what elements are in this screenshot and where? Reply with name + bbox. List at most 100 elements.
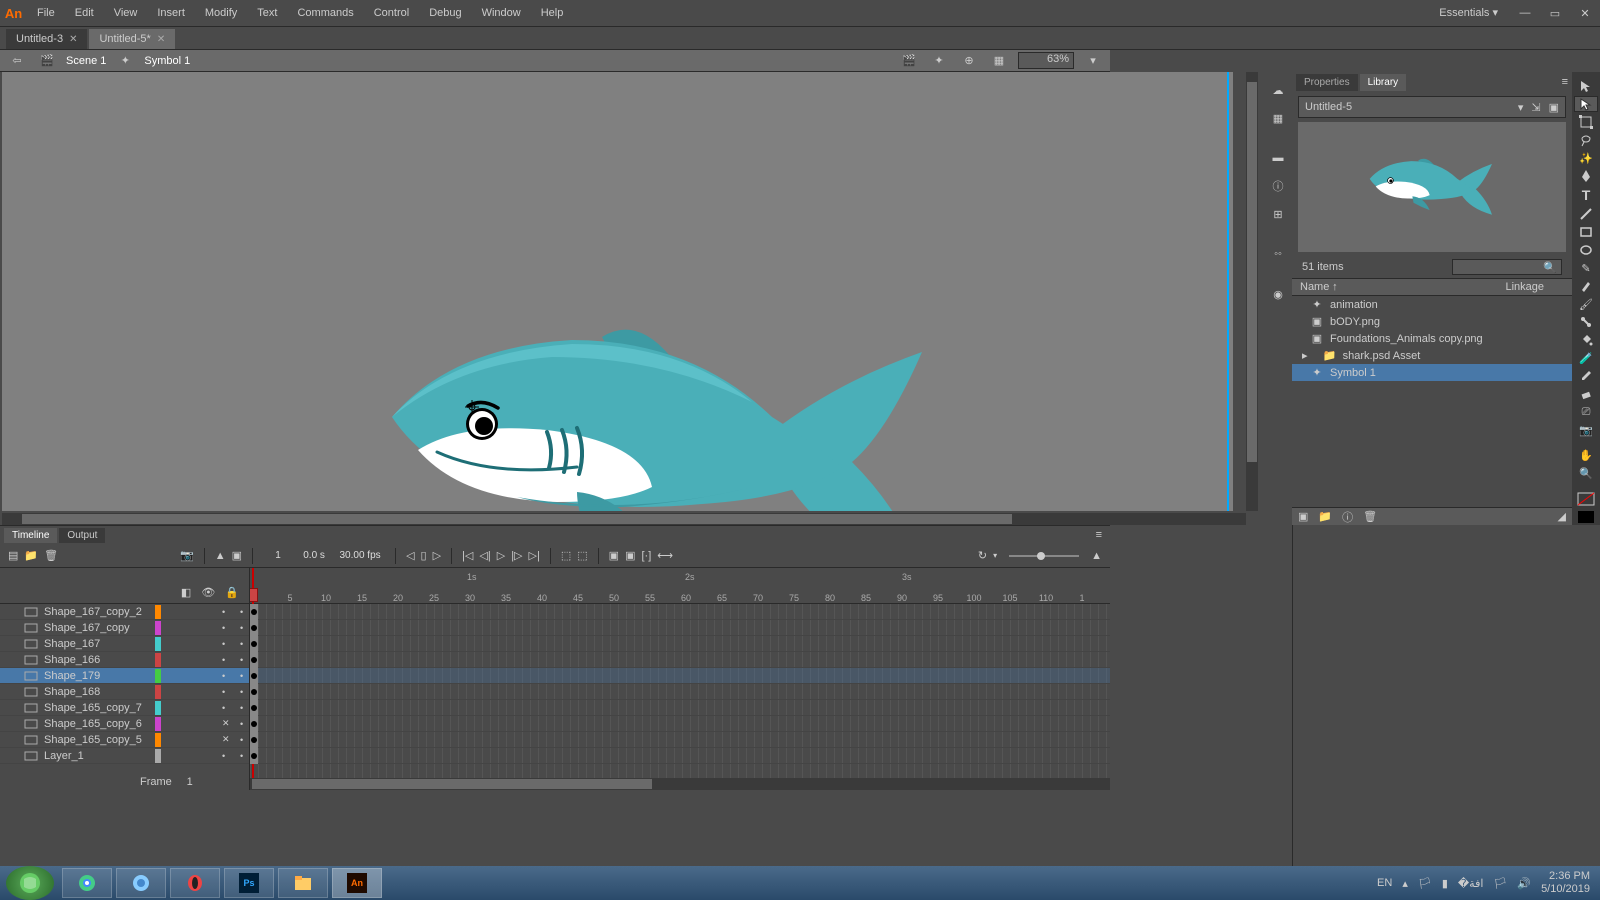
layer-row[interactable]: Shape_168•• [0, 684, 249, 700]
properties-icon[interactable]: ⓘ [1342, 509, 1353, 525]
camera-tool[interactable]: 📷 [1574, 423, 1598, 439]
menu-debug[interactable]: Debug [419, 0, 471, 27]
oval-tool[interactable] [1574, 242, 1598, 258]
edit-symbol-icon[interactable]: ✦ [928, 52, 950, 70]
tray-flag-icon[interactable]: 🏳 [1418, 877, 1432, 890]
close-icon[interactable]: ✕ [157, 34, 165, 45]
ink-bottle-tool[interactable]: 🧪 [1574, 350, 1598, 366]
center-stage-icon[interactable]: ⊕ [958, 52, 980, 70]
breadcrumb-scene[interactable]: Scene 1 [66, 55, 106, 67]
menu-modify[interactable]: Modify [195, 0, 247, 27]
last-frame-icon[interactable]: ▷| [529, 549, 540, 562]
library-document-dropdown[interactable]: Untitled-5 ▾⇲▣ [1298, 96, 1566, 118]
timeline-zoom-slider[interactable] [1009, 555, 1079, 557]
layer-row[interactable]: Shape_167•• [0, 636, 249, 652]
library-search-input[interactable]: 🔍 [1452, 259, 1562, 275]
edit-scene-icon[interactable]: 🎬 [898, 52, 920, 70]
new-folder-icon[interactable]: 📁 [1318, 510, 1332, 523]
menu-text[interactable]: Text [247, 0, 287, 27]
first-frame-icon[interactable]: |◁ [462, 549, 473, 562]
layer-row[interactable]: Shape_165_copy_7•• [0, 700, 249, 716]
expand-icon[interactable]: ▸ [1302, 349, 1308, 362]
onion-outlines-icon[interactable]: ▣ [609, 549, 619, 562]
lasso-tool[interactable] [1574, 132, 1598, 148]
menu-insert[interactable]: Insert [147, 0, 195, 27]
library-item[interactable]: ▣bODY.png [1292, 313, 1572, 330]
menu-file[interactable]: File [27, 0, 65, 27]
doc-tab-untitled5[interactable]: Untitled-5*✕ [89, 29, 175, 49]
frames-area[interactable]: 1s2s3s1510152025303540455055606570758085… [250, 568, 1110, 790]
prev-frame-icon[interactable]: ◁| [479, 549, 490, 562]
info-panel-icon[interactable]: ⓘ [1268, 176, 1288, 196]
tray-action-icon[interactable]: 🏳 [1493, 877, 1507, 890]
menu-edit[interactable]: Edit [65, 0, 104, 27]
loop-icon[interactable]: ↻ [978, 549, 987, 562]
menu-help[interactable]: Help [531, 0, 574, 27]
library-columns-header[interactable]: Name ↑ Linkage [1292, 278, 1572, 296]
lock-header-icon[interactable]: 🔒 [225, 586, 239, 599]
tab-properties[interactable]: Properties [1296, 74, 1358, 91]
back-arrow-icon[interactable]: ⇦ [6, 52, 28, 70]
panel-menu-icon[interactable]: ≡ [1562, 76, 1568, 88]
current-frame[interactable]: 1 [263, 550, 293, 561]
onion-skin-icon[interactable]: ▣ [232, 549, 242, 562]
layer-row[interactable]: Layer_1•• [0, 748, 249, 764]
stop-icon[interactable]: ▯ [421, 549, 427, 562]
menu-control[interactable]: Control [364, 0, 419, 27]
tray-language[interactable]: EN [1377, 877, 1392, 889]
paint-bucket-tool[interactable] [1574, 332, 1598, 348]
layer-row[interactable]: Shape_167_copy_2•• [0, 604, 249, 620]
swatches-panel-icon[interactable]: ◦◦ [1268, 244, 1288, 264]
rectangle-tool[interactable] [1574, 224, 1598, 240]
scene-icon[interactable]: 🎬 [36, 52, 58, 70]
stage[interactable] [2, 72, 1233, 511]
delete-icon[interactable]: 🗑 [1363, 510, 1377, 523]
next-frame-icon[interactable]: |▷ [511, 549, 522, 562]
fps-display[interactable]: 30.00 fps [335, 550, 385, 561]
layer-row[interactable]: Shape_166•• [0, 652, 249, 668]
tray-wifi-icon[interactable]: �افة [1458, 877, 1484, 890]
fill-color[interactable] [1574, 509, 1598, 525]
tray-volume-icon[interactable]: 🔊 [1517, 877, 1531, 890]
task-explorer[interactable] [278, 868, 328, 898]
breadcrumb-symbol[interactable]: Symbol 1 [144, 55, 190, 67]
visibility-header-icon[interactable]: 👁 [201, 586, 215, 599]
library-item[interactable]: ✦animation [1292, 296, 1572, 313]
tray-arrow-icon[interactable]: ▴ [1402, 877, 1408, 890]
library-item[interactable]: ✦Symbol 1 [1292, 364, 1572, 381]
bone-tool[interactable] [1574, 314, 1598, 330]
zoom-input[interactable]: 63% [1018, 52, 1074, 69]
eraser-tool[interactable] [1574, 387, 1598, 403]
span-icon[interactable]: ⟷ [657, 549, 673, 562]
library-item-folder[interactable]: ▸ 📁shark.psd Asset [1292, 347, 1572, 364]
step-forward-icon[interactable]: ▷ [433, 549, 441, 562]
minimize-button[interactable]: — [1512, 3, 1538, 23]
paint-brush-tool[interactable]: 🖌 [1574, 296, 1598, 312]
insert-keyframe-icon[interactable]: ⬚ [561, 549, 571, 562]
library-item[interactable]: ▣Foundations_Animals copy.png [1292, 330, 1572, 347]
edit-multiple-icon[interactable]: ▣ [625, 549, 635, 562]
tray-clock[interactable]: 2:36 PM5/10/2019 [1541, 870, 1590, 896]
timeline-scrollbar[interactable] [250, 778, 1110, 790]
restore-button[interactable]: ▭ [1542, 3, 1568, 23]
layer-row[interactable]: Shape_165_copy_5✕• [0, 732, 249, 748]
new-symbol-icon[interactable]: ▣ [1298, 510, 1308, 523]
marker-icon[interactable]: [·] [641, 550, 651, 562]
new-library-icon[interactable]: ▣ [1549, 101, 1559, 114]
align-panel-icon[interactable]: ▦ [1268, 108, 1288, 128]
task-chromium[interactable] [116, 868, 166, 898]
fit-timeline-icon[interactable]: ▲ [1091, 550, 1102, 562]
resize-icon[interactable]: ◢ [1558, 510, 1566, 523]
new-layer-icon[interactable]: ▤ [8, 549, 18, 562]
menu-window[interactable]: Window [472, 0, 531, 27]
magic-wand-tool[interactable]: ✨ [1574, 150, 1598, 166]
close-icon[interactable]: ✕ [69, 34, 77, 45]
close-button[interactable]: ✕ [1572, 3, 1598, 23]
scrollbar-horizontal[interactable] [2, 513, 1246, 525]
tab-library[interactable]: Library [1360, 74, 1407, 91]
cc-panel-icon[interactable]: ☁ [1268, 80, 1288, 100]
pencil-tool[interactable]: ✎ [1574, 260, 1598, 276]
zoom-dropdown-icon[interactable]: ▾ [1082, 52, 1104, 70]
scrollbar-vertical[interactable] [1246, 72, 1258, 511]
tab-output[interactable]: Output [59, 528, 105, 543]
